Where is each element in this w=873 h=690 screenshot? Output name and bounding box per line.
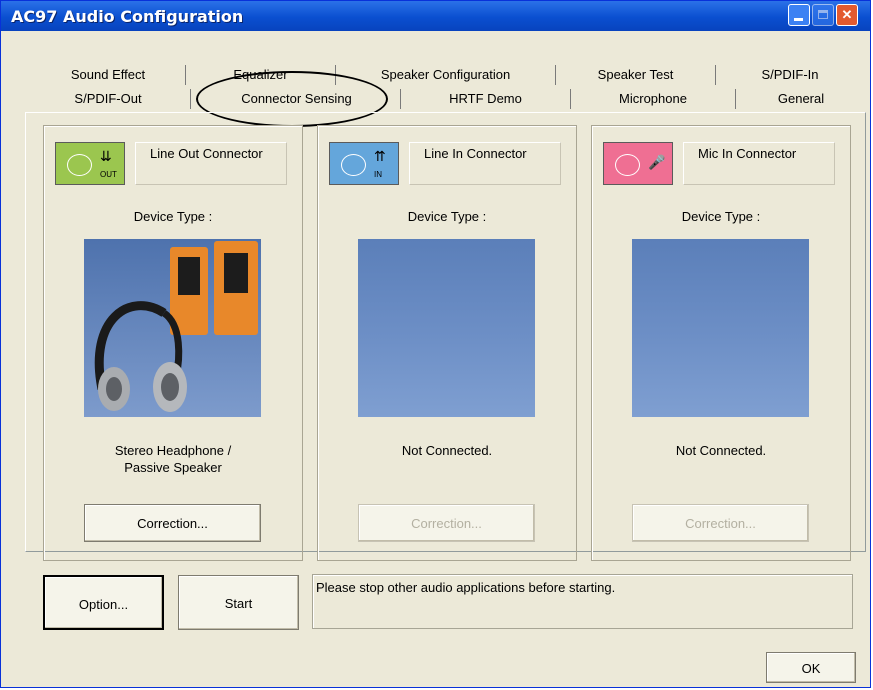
connection-status: Not Connected. <box>318 442 576 459</box>
connector-label-box: Line In Connector <box>409 142 561 185</box>
connector-name: Line In Connector <box>424 146 527 161</box>
tab-equalizer[interactable]: Equalizer <box>186 65 336 85</box>
minimize-button[interactable] <box>788 4 810 26</box>
maximize-button <box>812 4 834 26</box>
status-line-1: Stereo Headphone / <box>114 443 232 458</box>
connector-label-box: Mic In Connector <box>683 142 835 185</box>
status-line-1: Not Connected. <box>675 443 767 458</box>
mic-in-jack-icon: 🎤 <box>603 142 673 185</box>
device-type-label: Device Type : <box>407 209 487 224</box>
ac97-audio-configuration-window: AC97 Audio Configuration ✕ Sound Effect … <box>0 0 871 688</box>
speaker-in-icon: ⇈ <box>374 148 386 164</box>
mic-in-correction-button: Correction... <box>632 504 809 542</box>
status-line-1: Not Connected. <box>401 443 493 458</box>
tab-speaker-configuration[interactable]: Speaker Configuration <box>336 65 556 85</box>
tab-speaker-test[interactable]: Speaker Test <box>556 65 716 85</box>
jack-ring-icon <box>341 154 366 176</box>
connector-label-box: Line Out Connector <box>135 142 287 185</box>
line-in-jack-icon: ⇈ IN <box>329 142 399 185</box>
connection-status: Stereo Headphone / Passive Speaker <box>44 442 302 476</box>
message-area: Please stop other audio applications bef… <box>312 574 853 629</box>
message-text: Please stop other audio applications bef… <box>316 580 616 595</box>
headphone-speaker-image <box>84 239 261 417</box>
mic-in-panel: 🎤 Mic In Connector Device Type : Not Con… <box>591 125 851 561</box>
speaker-out-icon: ⇊ <box>100 148 112 164</box>
line-in-correction-button: Correction... <box>358 504 535 542</box>
connection-status: Not Connected. <box>592 442 850 459</box>
tab-sound-effect[interactable]: Sound Effect <box>31 65 186 85</box>
connector-name: Mic In Connector <box>698 146 797 161</box>
line-out-jack-icon: ⇊ OUT <box>55 142 125 185</box>
jack-caption: IN <box>374 170 382 179</box>
ok-button[interactable]: OK <box>766 652 856 683</box>
tab-spdif-out[interactable]: S/PDIF-Out <box>26 89 191 109</box>
line-out-panel: ⇊ OUT Line Out Connector Device Type : S… <box>43 125 303 561</box>
tab-spdif-in[interactable]: S/PDIF-In <box>716 65 864 85</box>
empty-device-image <box>632 239 809 417</box>
close-button[interactable]: ✕ <box>836 4 858 26</box>
option-button[interactable]: Option... <box>43 575 164 630</box>
device-type-label: Device Type : <box>133 209 213 224</box>
title-bar[interactable]: AC97 Audio Configuration ✕ <box>1 1 870 31</box>
tab-connector-sensing[interactable]: Connector Sensing <box>193 89 401 109</box>
status-line-2: Passive Speaker <box>124 460 222 475</box>
jack-caption: OUT <box>100 170 117 179</box>
start-button[interactable]: Start <box>178 575 299 630</box>
line-in-panel: ⇈ IN Line In Connector Device Type : Not… <box>317 125 577 561</box>
tab-microphone[interactable]: Microphone <box>571 89 736 109</box>
microphone-icon: 🎤 <box>648 154 666 170</box>
device-type-label: Device Type : <box>681 209 761 224</box>
jack-ring-icon <box>67 154 92 176</box>
tab-hrtf-demo[interactable]: HRTF Demo <box>401 89 571 109</box>
jack-ring-icon <box>615 154 640 176</box>
tab-general[interactable]: General <box>736 89 866 109</box>
connector-name: Line Out Connector <box>150 146 263 161</box>
minimize-icon <box>794 18 803 21</box>
empty-device-image <box>358 239 535 417</box>
close-icon: ✕ <box>841 7 853 22</box>
maximize-icon <box>818 10 828 19</box>
line-out-correction-button[interactable]: Correction... <box>84 504 261 542</box>
window-title: AC97 Audio Configuration <box>11 7 244 26</box>
